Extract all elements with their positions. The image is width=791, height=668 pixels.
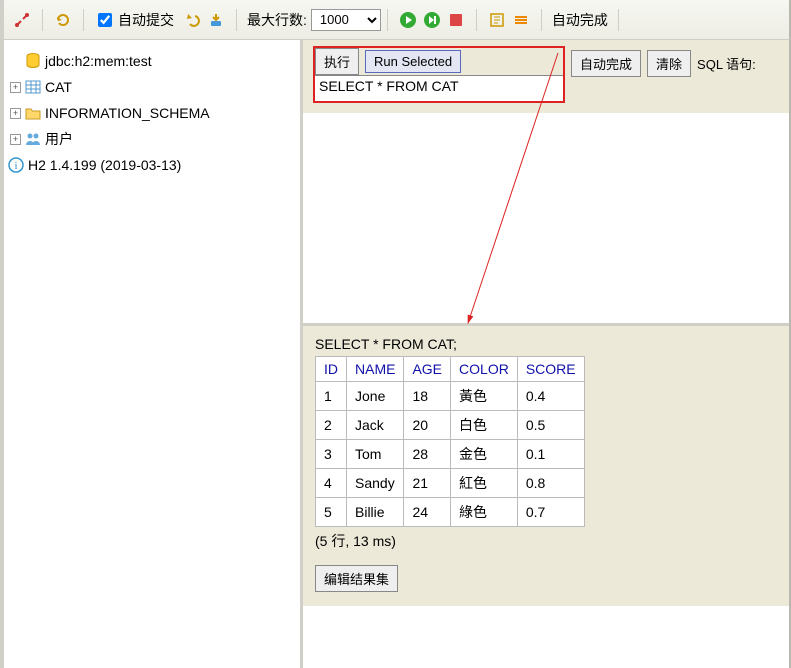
- table-row[interactable]: 1Jone18黃色0.4: [316, 382, 585, 411]
- maxrows-select[interactable]: 1000: [311, 9, 381, 31]
- table-cell: 21: [404, 469, 451, 498]
- column-header[interactable]: SCORE: [517, 357, 584, 382]
- stop-icon[interactable]: [446, 10, 466, 30]
- tree-connection[interactable]: jdbc:h2:mem:test: [10, 48, 294, 74]
- table-cell: Sandy: [347, 469, 404, 498]
- run-icon[interactable]: [398, 10, 418, 30]
- info-icon: i: [8, 157, 24, 173]
- column-header[interactable]: AGE: [404, 357, 451, 382]
- tree-item-label: CAT: [45, 79, 72, 95]
- tree-item-infoschema[interactable]: + INFORMATION_SCHEMA: [10, 100, 294, 126]
- result-summary: (5 行, 13 ms): [315, 531, 777, 551]
- sql-label: SQL 语句:: [697, 54, 756, 73]
- tree-conn-label: jdbc:h2:mem:test: [45, 53, 152, 69]
- spacer: [303, 113, 789, 323]
- result-table: IDNAMEAGECOLORSCORE 1Jone18黃色0.42Jack20白…: [315, 356, 585, 527]
- tree-version-label: H2 1.4.199 (2019-03-13): [28, 157, 181, 173]
- history-icon[interactable]: [487, 10, 507, 30]
- autocommit-label: 自动提交: [118, 10, 174, 30]
- sql-editor[interactable]: SELECT * FROM CAT: [315, 75, 563, 101]
- table-cell: 24: [404, 498, 451, 527]
- expand-icon[interactable]: +: [10, 134, 21, 145]
- table-cell: 5: [316, 498, 347, 527]
- table-cell: 0.5: [517, 411, 584, 440]
- edit-result-button[interactable]: 编辑结果集: [315, 565, 398, 592]
- table-cell: 1: [316, 382, 347, 411]
- refresh-icon[interactable]: [53, 10, 73, 30]
- table-cell: 3: [316, 440, 347, 469]
- table-row[interactable]: 3Tom28金色0.1: [316, 440, 585, 469]
- table-cell: Jone: [347, 382, 404, 411]
- expand-icon[interactable]: +: [10, 108, 21, 119]
- table-cell: 綠色: [451, 498, 518, 527]
- table-cell: 28: [404, 440, 451, 469]
- table-row[interactable]: 2Jack20白色0.5: [316, 411, 585, 440]
- table-cell: 0.1: [517, 440, 584, 469]
- autocomplete-button[interactable]: 自动完成: [571, 50, 641, 77]
- folder-icon: [25, 105, 41, 121]
- svg-text:i: i: [14, 160, 17, 172]
- table-cell: 0.4: [517, 382, 584, 411]
- table-cell: Jack: [347, 411, 404, 440]
- toolbar: 自动提交 最大行数: 1000 自动完成: [0, 0, 791, 40]
- tree-item-label: INFORMATION_SCHEMA: [45, 105, 210, 121]
- table-cell: Billie: [347, 498, 404, 527]
- table-cell: 4: [316, 469, 347, 498]
- table-cell: 0.7: [517, 498, 584, 527]
- table-cell: 紅色: [451, 469, 518, 498]
- highlighted-region: 执行 Run Selected SELECT * FROM CAT: [313, 46, 565, 103]
- autocommit-checkbox[interactable]: [98, 13, 112, 27]
- run-selected-button[interactable]: Run Selected: [365, 50, 461, 73]
- users-icon: [25, 131, 41, 147]
- result-area: SELECT * FROM CAT; IDNAMEAGECOLORSCORE 1…: [303, 323, 789, 606]
- table-cell: 黃色: [451, 382, 518, 411]
- table-cell: 白色: [451, 411, 518, 440]
- table-cell: Tom: [347, 440, 404, 469]
- table-cell: 18: [404, 382, 451, 411]
- annotation-arrow-icon: [303, 113, 789, 323]
- clear-button[interactable]: 清除: [647, 50, 691, 77]
- table-cell: 2: [316, 411, 347, 440]
- column-header[interactable]: NAME: [347, 357, 404, 382]
- table-row[interactable]: 4Sandy21紅色0.8: [316, 469, 585, 498]
- table-icon: [25, 79, 41, 95]
- expand-icon[interactable]: +: [10, 82, 21, 93]
- tree-version: i H2 1.4.199 (2019-03-13): [10, 152, 294, 178]
- autocomplete-label: 自动完成: [552, 10, 608, 30]
- result-echo: SELECT * FROM CAT;: [315, 336, 777, 352]
- tree-item-users[interactable]: + 用户: [10, 126, 294, 152]
- table-cell: 20: [404, 411, 451, 440]
- table-cell: 金色: [451, 440, 518, 469]
- tree-panel: jdbc:h2:mem:test + CAT + INFORMATION_SCH…: [4, 40, 300, 668]
- commit-icon[interactable]: [206, 10, 226, 30]
- database-icon: [25, 53, 41, 69]
- run-selected-icon[interactable]: [422, 10, 442, 30]
- tree-item-label: 用户: [45, 129, 73, 149]
- run-button[interactable]: 执行: [315, 48, 359, 75]
- column-header[interactable]: ID: [316, 357, 347, 382]
- maxrows-label: 最大行数:: [247, 10, 307, 30]
- undo-icon[interactable]: [182, 10, 202, 30]
- options-icon[interactable]: [511, 10, 531, 30]
- command-area: 执行 Run Selected SELECT * FROM CAT 自动完成 清…: [303, 40, 789, 113]
- table-row[interactable]: 5Billie24綠色0.7: [316, 498, 585, 527]
- tree-item-cat[interactable]: + CAT: [10, 74, 294, 100]
- table-cell: 0.8: [517, 469, 584, 498]
- column-header[interactable]: COLOR: [451, 357, 518, 382]
- disconnect-icon[interactable]: [12, 10, 32, 30]
